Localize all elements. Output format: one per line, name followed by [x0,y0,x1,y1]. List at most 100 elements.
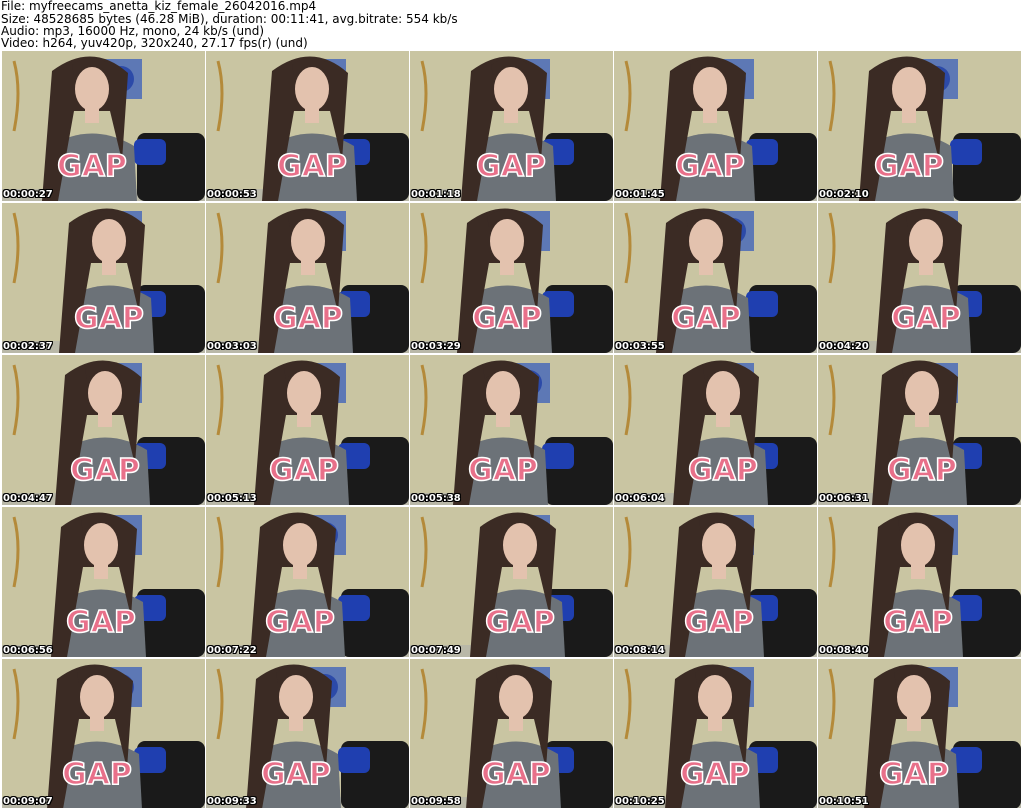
webcam-frame: GAP [2,355,205,505]
webcam-frame: GAP [818,51,1021,201]
webcam-frame: GAP [206,507,409,657]
thumbnail-timestamp: 00:00:53 [207,189,257,200]
shirt-logo-text: GAP [879,757,949,792]
thumbnail-timestamp: 00:05:38 [411,493,461,504]
webcam-frame: GAP [410,659,613,808]
video-thumbnail: GAP 00:00:27 [2,51,205,201]
video-thumbnail: GAP 00:04:20 [818,203,1021,353]
shirt-logo-text: GAP [887,453,957,488]
video-thumbnail: GAP 00:03:55 [614,203,817,353]
webcam-frame: GAP [206,355,409,505]
shirt-logo-text: GAP [891,301,961,336]
shirt-logo-text: GAP [874,149,944,184]
shirt-logo-text: GAP [675,149,745,184]
thumbnail-timestamp: 00:05:13 [207,493,257,504]
video-thumbnail: GAP 00:04:47 [2,355,205,505]
shirt-logo-text: GAP [485,605,555,640]
webcam-frame: GAP [410,51,613,201]
webcam-frame: GAP [614,507,817,657]
video-thumbnail: GAP 00:01:45 [614,51,817,201]
shirt-logo-text: GAP [680,757,750,792]
shirt-logo-text: GAP [261,757,331,792]
video-thumbnail: GAP 00:08:40 [818,507,1021,657]
video-thumbnail: GAP 00:09:07 [2,659,205,808]
thumbnail-timestamp: 00:06:56 [3,645,53,656]
webcam-frame: GAP [818,355,1021,505]
thumbnail-timestamp: 00:09:07 [3,796,53,807]
webcam-frame: GAP [206,659,409,808]
thumbnail-timestamp: 00:01:18 [411,189,461,200]
webcam-frame: GAP [206,51,409,201]
webcam-frame: GAP [614,355,817,505]
webcam-frame: GAP [818,659,1021,808]
thumbnail-timestamp: 00:09:33 [207,796,257,807]
video-thumbnail: GAP 00:02:37 [2,203,205,353]
webcam-frame: GAP [410,203,613,353]
shirt-logo-text: GAP [476,149,546,184]
webcam-frame: GAP [614,659,817,808]
thumbnail-timestamp: 00:02:10 [819,189,869,200]
shirt-logo-text: GAP [66,605,136,640]
video-thumbnail: GAP 00:03:03 [206,203,409,353]
thumbnail-grid: GAP 00:00:27 GAP 00:00:53 GAP 00:01:18 GAP 00:0… [0,0,1024,811]
shirt-logo-text: GAP [265,605,335,640]
thumbnail-timestamp: 00:08:14 [615,645,665,656]
video-thumbnail: GAP 00:05:13 [206,355,409,505]
webcam-frame: GAP [206,203,409,353]
shirt-logo-text: GAP [70,453,140,488]
webcam-frame: GAP [614,203,817,353]
video-thumbnail: GAP 00:00:53 [206,51,409,201]
shirt-logo-text: GAP [269,453,339,488]
shirt-logo-text: GAP [472,301,542,336]
thumbnail-timestamp: 00:07:22 [207,645,257,656]
video-thumbnail: GAP 00:09:58 [410,659,613,808]
webcam-frame: GAP [410,355,613,505]
webcam-frame: GAP [410,507,613,657]
webcam-frame: GAP [818,203,1021,353]
shirt-logo-text: GAP [74,301,144,336]
thumbnail-timestamp: 00:06:31 [819,493,869,504]
thumbnail-timestamp: 00:01:45 [615,189,665,200]
thumbnail-timestamp: 00:04:47 [3,493,53,504]
webcam-frame: GAP [2,203,205,353]
shirt-logo-text: GAP [273,301,343,336]
video-thumbnail: GAP 00:06:56 [2,507,205,657]
video-thumbnail: GAP 00:03:29 [410,203,613,353]
thumbnail-timestamp: 00:02:37 [3,341,53,352]
video-thumbnail: GAP 00:10:25 [614,659,817,808]
thumbnail-timestamp: 00:09:58 [411,796,461,807]
shirt-logo-text: GAP [883,605,953,640]
thumbnail-timestamp: 00:10:25 [615,796,665,807]
video-thumbnail: GAP 00:05:38 [410,355,613,505]
shirt-logo-text: GAP [684,605,754,640]
webcam-frame: GAP [2,507,205,657]
thumbnail-timestamp: 00:00:27 [3,189,53,200]
thumbnail-timestamp: 00:03:29 [411,341,461,352]
thumbnail-timestamp: 00:06:04 [615,493,665,504]
video-thumbnail: GAP 00:01:18 [410,51,613,201]
shirt-logo-text: GAP [688,453,758,488]
thumbnail-timestamp: 00:07:49 [411,645,461,656]
webcam-frame: GAP [818,507,1021,657]
shirt-logo-text: GAP [468,453,538,488]
webcam-frame: GAP [614,51,817,201]
video-thumbnail: GAP 00:07:49 [410,507,613,657]
webcam-frame: GAP [2,51,205,201]
shirt-logo-text: GAP [277,149,347,184]
webcam-frame: GAP [2,659,205,808]
video-thumbnail: GAP 00:09:33 [206,659,409,808]
shirt-logo-text: GAP [671,301,741,336]
thumbnail-timestamp: 00:03:03 [207,341,257,352]
shirt-logo-text: GAP [57,149,127,184]
video-thumbnail: GAP 00:02:10 [818,51,1021,201]
shirt-logo-text: GAP [481,757,551,792]
video-thumbnail: GAP 00:06:31 [818,355,1021,505]
video-thumbnail: GAP 00:07:22 [206,507,409,657]
video-thumbnail: GAP 00:10:51 [818,659,1021,808]
shirt-logo-text: GAP [62,757,132,792]
thumbnail-timestamp: 00:10:51 [819,796,869,807]
video-thumbnail: GAP 00:08:14 [614,507,817,657]
thumbnail-timestamp: 00:08:40 [819,645,869,656]
video-thumbnail: GAP 00:06:04 [614,355,817,505]
thumbnail-timestamp: 00:03:55 [615,341,665,352]
